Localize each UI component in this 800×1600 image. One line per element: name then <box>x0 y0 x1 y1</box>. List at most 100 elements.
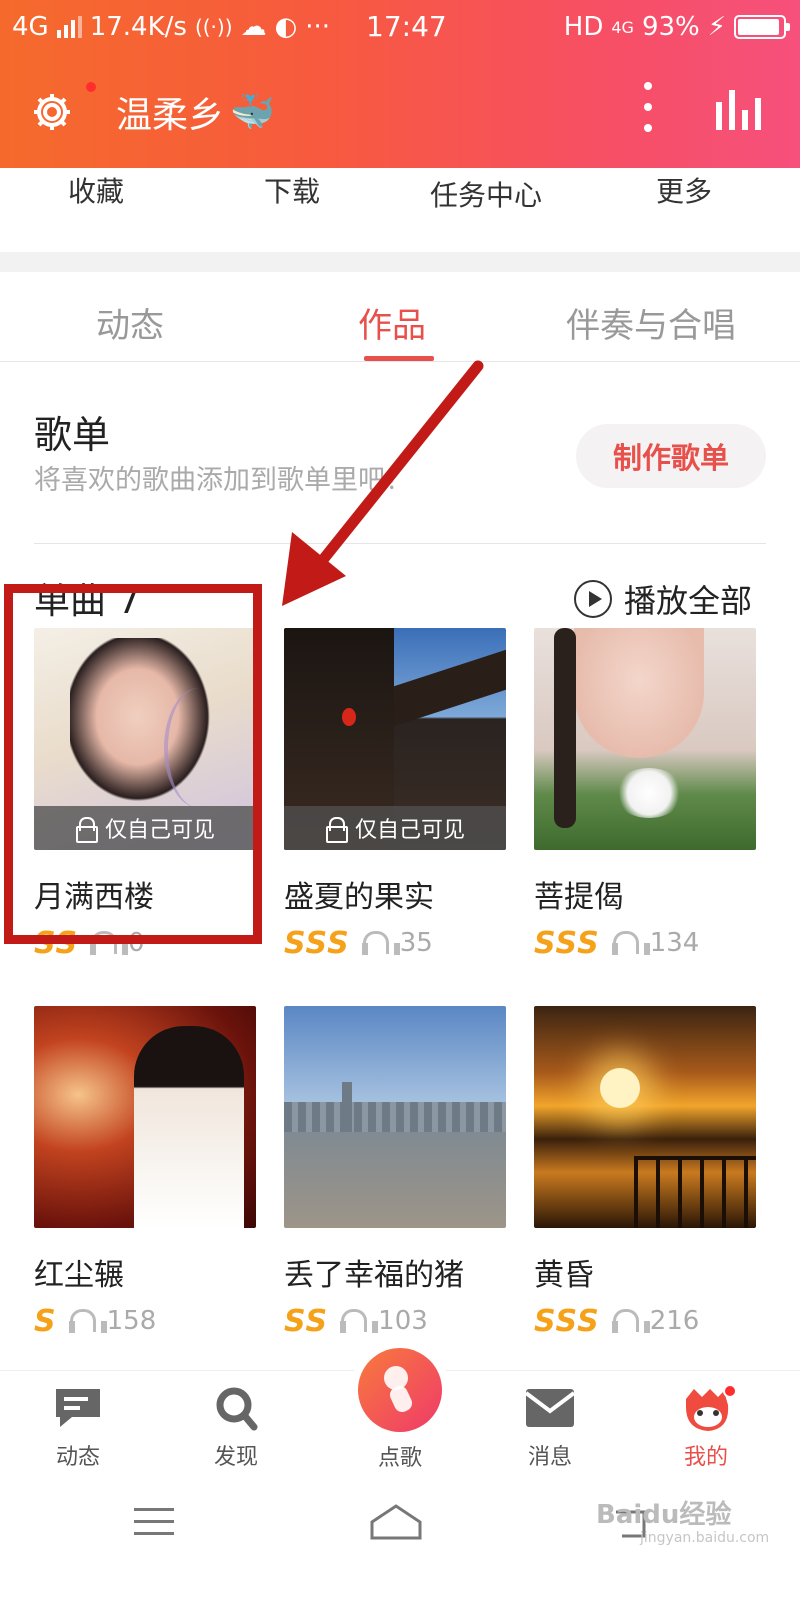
nav-feed[interactable]: 动态 <box>28 1385 128 1471</box>
nav-messages-label: 消息 <box>527 1445 572 1470</box>
sing-button-circle <box>358 1348 442 1432</box>
lock-icon <box>325 817 348 843</box>
song-card[interactable]: 仅自己可见 盛夏的果实 SSS 35 <box>284 628 506 961</box>
hd-label: HD <box>563 12 604 42</box>
chat-icon <box>52 1385 104 1431</box>
cover-skyline <box>284 1102 506 1132</box>
nav-sing-label: 点歌 <box>377 1446 422 1471</box>
song-grade: S <box>34 1303 57 1339</box>
cover-lantern <box>342 708 356 726</box>
tab-accompaniment[interactable]: 伴奏与合唱 <box>566 298 736 347</box>
quick-item-more[interactable]: 更多 <box>656 170 712 210</box>
cover-face <box>574 628 704 758</box>
tab-works[interactable]: 作品 <box>358 298 426 347</box>
more-menu-icon[interactable] <box>638 82 658 132</box>
cover-roof <box>394 649 506 727</box>
quick-item-tasks[interactable]: 任务中心 <box>430 174 542 214</box>
app-header: 4G 17.4K/s ((·)) ☁ ◐ ··· 17:47 HD 4G 93%… <box>0 0 800 168</box>
song-cover: 仅自己可见 <box>284 628 506 850</box>
profile-name[interactable]: 温柔乡 🐳 <box>116 86 275 138</box>
song-title: 黄昏 <box>534 1258 594 1293</box>
header-nav: 温柔乡 🐳 <box>0 76 800 146</box>
playlist-subtitle: 将喜欢的歌曲添加到歌单里吧！ <box>34 465 412 496</box>
nav-discover[interactable]: 发现 <box>186 1385 286 1471</box>
song-meta: S 158 <box>34 1303 256 1339</box>
nav-me[interactable]: 我的 <box>656 1384 756 1471</box>
home-icon[interactable] <box>368 1502 424 1542</box>
cover-hair <box>554 628 576 828</box>
notification-dot <box>86 82 96 92</box>
cover-flower <box>614 768 684 818</box>
cover-tower <box>342 1082 352 1132</box>
section-gap <box>0 252 800 272</box>
song-title: 盛夏的果实 <box>284 880 434 915</box>
sing-button[interactable] <box>350 1340 450 1440</box>
headphone-icon <box>361 931 400 955</box>
song-card[interactable]: 丢了幸福的猪 SS 103 <box>284 1006 506 1339</box>
cover-figure <box>134 1026 244 1228</box>
annotation-box <box>4 584 262 944</box>
username-text: 温柔乡 <box>116 95 225 136</box>
song-grade: SSS <box>284 925 350 961</box>
active-tab-indicator <box>364 356 434 361</box>
song-meta: SSS 35 <box>284 925 506 961</box>
network-speed: 17.4K/s <box>89 12 187 42</box>
tab-feed[interactable]: 动态 <box>96 298 164 347</box>
search-icon <box>210 1385 262 1431</box>
play-all-label: 播放全部 <box>624 582 753 620</box>
network-type: 4G <box>12 12 49 42</box>
hotspot-icon: ((·)) <box>194 15 233 39</box>
song-meta: SSS 216 <box>534 1303 756 1339</box>
quick-item-favorites[interactable]: 收藏 <box>68 170 124 210</box>
battery-icon <box>734 15 790 39</box>
status-left: 4G 17.4K/s ((·)) ☁ ◐ ··· <box>12 12 330 42</box>
play-count: 158 <box>106 1306 157 1336</box>
song-grade: SSS <box>534 1303 600 1339</box>
nav-discover-label: 发现 <box>213 1445 258 1470</box>
more-status-icon: ··· <box>305 12 331 42</box>
play-all-button[interactable]: 播放全部 <box>574 576 752 622</box>
song-card[interactable]: 菩提偈 SSS 134 <box>534 628 756 961</box>
song-meta: SSS 134 <box>534 925 756 961</box>
divider <box>34 543 766 544</box>
cover-sun <box>600 1068 640 1108</box>
headphone-icon <box>68 1309 107 1333</box>
play-count: 216 <box>649 1306 700 1336</box>
quick-menu: 收藏 下载 任务中心 更多 <box>0 168 800 252</box>
battery-percent: 93% <box>641 12 700 42</box>
cover-pier <box>634 1156 756 1228</box>
browser-icon: ◐ <box>274 12 298 42</box>
song-meta: SS 103 <box>284 1303 506 1339</box>
song-card[interactable]: 红尘辗 S 158 <box>34 1006 256 1339</box>
song-grade: SS <box>284 1303 329 1339</box>
menu-icon[interactable] <box>134 1506 174 1538</box>
song-grade: SSS <box>534 925 600 961</box>
signal-icon <box>56 16 82 38</box>
private-badge: 仅自己可见 <box>284 806 506 850</box>
play-icon <box>574 580 612 618</box>
watermark: Baidu经验 <box>596 1500 732 1530</box>
status-time: 17:47 <box>366 10 447 43</box>
create-playlist-button[interactable]: 制作歌单 <box>576 424 766 488</box>
playlist-title: 歌单 <box>34 413 111 457</box>
equalizer-icon[interactable] <box>716 90 762 130</box>
microphone-icon <box>384 1366 413 1412</box>
nav-messages[interactable]: 消息 <box>500 1385 600 1471</box>
play-count: 103 <box>378 1306 428 1336</box>
song-title: 丢了幸福的猪 <box>284 1258 464 1293</box>
watermark-url: jingyan.baidu.com <box>640 1530 770 1546</box>
gear-icon[interactable] <box>30 90 74 134</box>
song-cover <box>534 1006 756 1228</box>
hd-4g-label: 4G <box>611 17 634 37</box>
song-cover <box>284 1006 506 1228</box>
headphone-icon <box>611 931 650 955</box>
profile-tabs: 动态 作品 伴奏与合唱 <box>0 272 800 362</box>
private-label: 仅自己可见 <box>354 818 465 843</box>
song-cover <box>34 1006 256 1228</box>
nav-me-label: 我的 <box>683 1445 728 1470</box>
mascot-icon <box>680 1384 737 1431</box>
song-card[interactable]: 黄昏 SSS 216 <box>534 1006 756 1339</box>
whale-icon: 🐳 <box>230 92 275 133</box>
nav-feed-label: 动态 <box>55 1445 100 1470</box>
quick-item-downloads[interactable]: 下载 <box>264 170 320 210</box>
